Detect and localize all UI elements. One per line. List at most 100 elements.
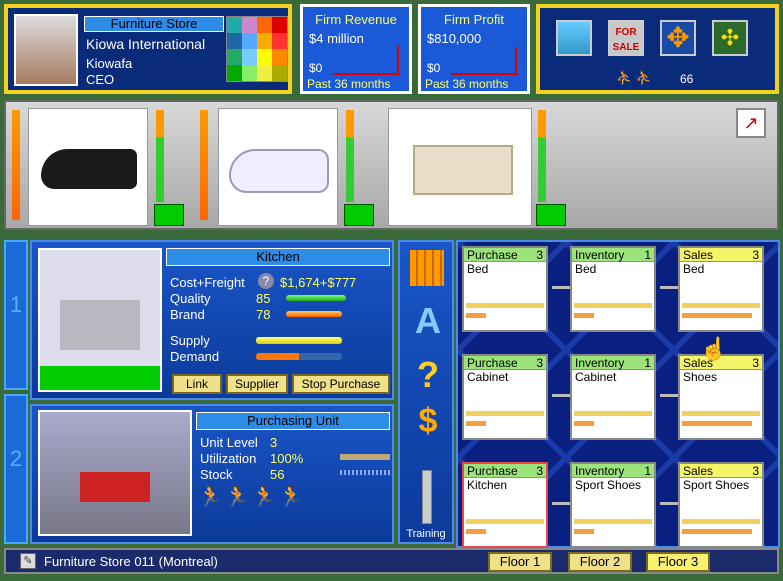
revenue-chart-spike <box>397 45 399 75</box>
product-strip: ↗ <box>4 100 779 230</box>
unit-image <box>38 410 192 536</box>
profit-title: Firm Profit <box>444 12 504 27</box>
link-connector <box>552 394 570 397</box>
card-item: Kitchen <box>467 478 508 492</box>
utilization-value: 100% <box>270 451 304 466</box>
books-icon[interactable] <box>410 250 444 286</box>
person-name: Kiowafa <box>86 56 133 71</box>
link-connector <box>660 286 678 289</box>
stop-purchase-button[interactable]: Stop Purchase <box>292 374 390 394</box>
rearrange-icon[interactable]: ✣ <box>712 20 748 56</box>
card-item: Cabinet <box>575 370 617 384</box>
profit-zero: $0 <box>427 61 441 75</box>
help-icon[interactable]: ? <box>408 354 448 396</box>
floor-2-button[interactable]: Floor 2 <box>568 552 632 572</box>
demand-bar <box>256 353 342 360</box>
revenue-zero: $0 <box>309 61 323 75</box>
finance-icon[interactable]: $ <box>408 402 448 441</box>
help-icon[interactable]: ? <box>258 273 274 289</box>
link-connector <box>660 394 678 397</box>
edit-icon[interactable]: ✎ <box>20 553 36 569</box>
stock-label: Stock <box>200 467 233 482</box>
stock-indicator <box>344 204 374 226</box>
unit-card-inventory[interactable]: Inventory 1 Bed <box>570 246 656 332</box>
color-swatch[interactable] <box>226 16 288 82</box>
card-level: 3 <box>536 248 543 262</box>
card-level: 1 <box>644 356 651 370</box>
product-slot-3[interactable] <box>388 104 578 228</box>
utilization-label: Utilization <box>200 451 257 466</box>
training-label[interactable]: Training <box>400 528 452 540</box>
tab-unit-2[interactable]: 2 <box>4 394 28 544</box>
brand-bar <box>286 311 342 317</box>
link-button[interactable]: Link <box>172 374 222 394</box>
unit-card-inventory[interactable]: Inventory 1 Sport Shoes <box>570 462 656 548</box>
card-type: Sales <box>683 248 714 262</box>
profit-chart-line <box>451 73 517 75</box>
profit-panel[interactable]: Firm Profit $810,000 $0 Past 36 months <box>418 4 530 94</box>
for-sale-icon[interactable]: FOR SALE <box>608 20 644 56</box>
profit-period: Past 36 months <box>425 77 509 91</box>
chart-icon[interactable]: ↗ <box>736 108 766 138</box>
unit-layout-grid: Purchase 3 Bed Inventory 1 Bed Sales 3 Bed Purcha… <box>456 240 780 548</box>
unit-level-label: Unit Level <box>200 435 258 450</box>
unit-card-inventory[interactable]: Inventory 1 Cabinet <box>570 354 656 440</box>
revenue-value: $4 million <box>309 31 364 46</box>
unit-title: Kitchen <box>166 248 390 266</box>
unit-detail-panel: Kitchen Cost+Freight ? $1,674+$777 Quali… <box>30 240 394 400</box>
quality-value: 85 <box>256 291 271 306</box>
card-bar <box>466 313 486 318</box>
unit-image <box>38 248 162 392</box>
card-type: Sales <box>683 464 714 478</box>
card-bar <box>466 303 544 308</box>
product-slot-1[interactable] <box>8 104 188 228</box>
card-type: Purchase <box>467 356 518 370</box>
tools-panel: FOR SALE ✥ ✣ ⛹ ⛹ 66 <box>536 4 779 94</box>
stock-bar <box>340 470 390 475</box>
card-bar <box>682 313 752 318</box>
card-bar <box>466 519 544 524</box>
unit-card-purchase[interactable]: Purchase 3 Cabinet <box>462 354 548 440</box>
unit-card-sales[interactable]: Sales 3 Bed <box>678 246 764 332</box>
unit-card-sales[interactable]: Sales 3 Sport Shoes <box>678 462 764 548</box>
workers-icon: 🏃🏃🏃🏃 <box>198 486 306 508</box>
revenue-title: Firm Revenue <box>315 12 397 27</box>
card-item: Bed <box>683 262 705 276</box>
card-bar <box>574 519 652 524</box>
unit-card-purchase[interactable]: Purchase 3 Kitchen <box>462 462 548 548</box>
card-level: 3 <box>752 356 759 370</box>
supplier-button[interactable]: Supplier <box>226 374 288 394</box>
card-level: 3 <box>752 248 759 262</box>
card-type: Inventory <box>575 464 625 478</box>
revenue-panel[interactable]: Firm Revenue $4 million $0 Past 36 month… <box>300 4 412 94</box>
card-item: Bed <box>467 262 489 276</box>
product-slot-2[interactable] <box>194 104 384 228</box>
card-header: Sales 3 <box>680 464 762 478</box>
revenue-period: Past 36 months <box>307 77 391 91</box>
unit-level-value: 3 <box>270 435 278 450</box>
card-bar <box>682 303 760 308</box>
advisor-icon[interactable] <box>556 20 592 56</box>
floor-3-button[interactable]: Floor 3 <box>646 552 710 572</box>
product-image <box>388 108 532 226</box>
avatar <box>14 14 78 86</box>
unit-card-purchase[interactable]: Purchase 3 Bed <box>462 246 548 332</box>
card-header: Inventory 1 <box>572 248 654 262</box>
card-header: Sales 3 <box>680 248 762 262</box>
tab-unit-1[interactable]: 1 <box>4 240 28 390</box>
unit-card-sales[interactable]: Sales 3 Shoes <box>678 354 764 440</box>
quality-gauge <box>156 110 164 202</box>
card-level: 3 <box>536 356 543 370</box>
quality-gauge <box>346 110 354 202</box>
advertise-icon[interactable]: A <box>408 300 448 342</box>
gauge-bar <box>200 110 208 220</box>
product-image <box>28 108 148 226</box>
card-type: Purchase <box>467 248 518 262</box>
card-bar <box>466 411 544 416</box>
floor-1-button[interactable]: Floor 1 <box>488 552 552 572</box>
card-bar <box>682 529 752 534</box>
gauge-bar <box>12 110 20 220</box>
move-icon[interactable]: ✥ <box>660 20 696 56</box>
card-item: Bed <box>575 262 597 276</box>
card-header: Inventory 1 <box>572 356 654 370</box>
